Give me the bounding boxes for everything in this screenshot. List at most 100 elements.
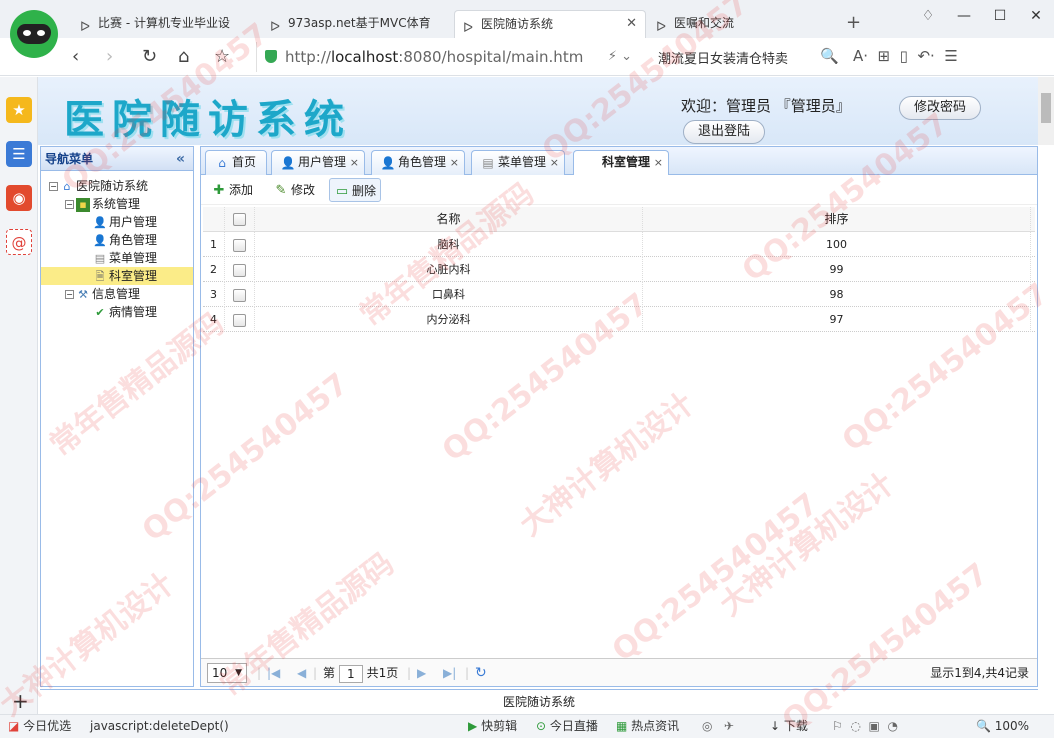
collapse-toggle-icon[interactable]: −: [65, 290, 74, 299]
browser-tab-4[interactable]: ᐅ 医嘱和交流: [648, 10, 834, 38]
cell-order: 100: [643, 232, 1031, 257]
nav-title: 导航菜单: [45, 152, 94, 166]
select-all-checkbox[interactable]: [233, 213, 246, 226]
scrollbar-thumb[interactable]: [1041, 93, 1051, 123]
change-password-button[interactable]: 修改密码: [899, 96, 981, 120]
weibo-icon[interactable]: ◉: [6, 185, 32, 211]
tab-users[interactable]: 👤 用户管理 ×: [271, 150, 365, 175]
address-bar[interactable]: http://localhost:8080/hospital/main.htm …: [256, 42, 642, 72]
live-today[interactable]: ⊙ 今日直播: [536, 715, 598, 738]
collapse-toggle-icon[interactable]: −: [65, 200, 74, 209]
add-sidebar-icon[interactable]: +: [12, 689, 29, 713]
pagination-summary: 显示1到4,共4记录: [930, 666, 1029, 680]
close-tab-icon[interactable]: ✕: [626, 11, 637, 37]
row-checkbox[interactable]: [233, 288, 246, 302]
new-tab-icon[interactable]: +: [846, 12, 861, 33]
prev-page-icon[interactable]: ◀: [297, 659, 306, 687]
row-checkbox[interactable]: [233, 238, 246, 252]
column-header-name[interactable]: 名称: [255, 207, 643, 232]
status-tools[interactable]: ◎ ✈: [702, 715, 734, 738]
browser-tab-1[interactable]: ᐅ 比赛 - 计算机专业毕业设: [72, 10, 258, 38]
status-extra-icons[interactable]: ⚐ ◌ ▣ ◔: [832, 715, 898, 738]
tab-home[interactable]: ⌂ 首页: [205, 150, 267, 175]
reader-icon[interactable]: ☰: [6, 141, 32, 167]
close-tab-icon[interactable]: ×: [654, 151, 663, 174]
first-page-icon[interactable]: |◀: [267, 659, 280, 687]
maximize-icon[interactable]: ☐: [982, 8, 1018, 24]
quick-clip[interactable]: ▶ 快剪辑: [468, 715, 517, 738]
grid-header-row: 名称 排序: [203, 207, 1035, 232]
add-button[interactable]: ✚ 添加: [207, 178, 257, 202]
row-checkbox[interactable]: [233, 263, 246, 277]
tree-node-users[interactable]: 👤 用户管理: [41, 213, 193, 231]
close-tab-icon[interactable]: ×: [550, 151, 559, 174]
table-row[interactable]: 1 脑科 100: [203, 232, 1035, 257]
star-icon[interactable]: ☆: [214, 46, 230, 67]
tree-node-info[interactable]: − ⚒ 信息管理: [41, 285, 193, 303]
back-icon[interactable]: ‹: [72, 46, 79, 67]
data-grid: 名称 排序 1 脑科 100 2 心脏内科 99 3 口鼻科 98 4 内分泌科…: [203, 207, 1035, 332]
grid-toolbar: ✚ 添加 ✎ 修改 ▭ 删除: [201, 175, 1037, 205]
mail-icon[interactable]: @: [6, 229, 32, 255]
reload-icon[interactable]: ↻: [142, 46, 157, 67]
status-item-label: 今日直播: [549, 719, 598, 733]
page-size-select[interactable]: 10 ▼: [207, 663, 247, 683]
hot-news[interactable]: ▦ 热点资讯: [616, 715, 679, 738]
tree-node-roles[interactable]: 👤 角色管理: [41, 231, 193, 249]
minimize-icon[interactable]: —: [946, 8, 982, 24]
collapse-icon[interactable]: «: [176, 147, 185, 171]
browser-extensions[interactable]: 🔍 A· ⊞ ▯ ↶· ☰: [820, 47, 958, 65]
status-left[interactable]: ◪ 今日优选: [8, 715, 71, 738]
last-page-icon[interactable]: ▶|: [443, 659, 456, 687]
tree-node-departments[interactable]: 🗎 科室管理: [41, 267, 193, 285]
browser-tab-2[interactable]: ᐅ 973asp.net基于MVC体育: [262, 10, 448, 38]
url-prefix: http://: [285, 48, 331, 66]
zoom-icon: 🔍: [976, 719, 991, 733]
user-icon: 👤: [280, 155, 296, 170]
tree-node-system[interactable]: − ▪ 系统管理: [41, 195, 193, 213]
home-icon[interactable]: ⌂: [178, 46, 189, 67]
browser-status-bar: ◪ 今日优选 javascript:deleteDept() ▶ 快剪辑 ⊙ 今…: [0, 714, 1054, 738]
row-checkbox[interactable]: [233, 313, 246, 327]
refresh-icon[interactable]: ↻: [475, 659, 487, 687]
tree-node-menus[interactable]: ▤ 菜单管理: [41, 249, 193, 267]
table-row[interactable]: 4 内分泌科 97: [203, 307, 1035, 332]
row-number: 3: [203, 282, 225, 307]
tab-departments[interactable]: 科室管理 ×: [573, 150, 669, 176]
tab-menus[interactable]: ▤ 菜单管理 ×: [471, 150, 565, 175]
address-tools[interactable]: ⚡ ⌄: [608, 49, 632, 64]
column-header-order[interactable]: 排序: [643, 207, 1031, 232]
zoom-control[interactable]: 🔍 100%: [976, 715, 1029, 738]
table-row[interactable]: 3 口鼻科 98: [203, 282, 1035, 307]
download-label: 下载: [783, 719, 808, 733]
menu-icon: ▤: [94, 251, 106, 265]
page-content: 医院随访系统 欢迎：管理员 『管理员』 修改密码 退出登陆 导航菜单 « − ⌂ 医院…: [38, 77, 1054, 714]
tree-node-conditions[interactable]: ✔ 病情管理: [41, 303, 193, 321]
close-tab-icon[interactable]: ×: [350, 151, 359, 174]
next-page-icon[interactable]: ▶: [417, 659, 426, 687]
shirt-icon[interactable]: ♢: [910, 8, 946, 24]
favorites-icon[interactable]: ★: [6, 97, 32, 123]
forward-icon[interactable]: ›: [106, 46, 113, 67]
browser-tab-3[interactable]: ᐅ 医院随访系统 ✕: [454, 10, 646, 38]
tree-label: 角色管理: [109, 233, 158, 247]
status-left-label: 今日优选: [23, 719, 72, 733]
page-input[interactable]: 1: [338, 664, 363, 683]
news-icon: ▦: [616, 719, 628, 733]
url-host: localhost: [330, 48, 399, 66]
close-tab-icon[interactable]: ×: [450, 151, 459, 174]
tree-node-root[interactable]: − ⌂ 医院随访系统: [41, 177, 193, 195]
close-window-icon[interactable]: ✕: [1018, 8, 1054, 24]
menu-icon: ▤: [482, 155, 494, 170]
chevron-down-icon: ▼: [235, 668, 242, 678]
download-item[interactable]: ↓ 下载: [770, 715, 808, 738]
logout-button[interactable]: 退出登陆: [683, 120, 765, 144]
search-hint[interactable]: 潮流夏日女装清仓特卖: [658, 48, 788, 67]
table-row[interactable]: 2 心脏内科 99: [203, 257, 1035, 282]
tab-label: 菜单管理: [498, 155, 547, 169]
page-scrollbar[interactable]: [1038, 77, 1054, 145]
delete-button[interactable]: ▭ 删除: [329, 178, 382, 202]
tab-roles[interactable]: 👤 角色管理 ×: [371, 150, 465, 175]
collapse-toggle-icon[interactable]: −: [49, 182, 58, 191]
edit-button[interactable]: ✎ 修改: [269, 178, 319, 202]
